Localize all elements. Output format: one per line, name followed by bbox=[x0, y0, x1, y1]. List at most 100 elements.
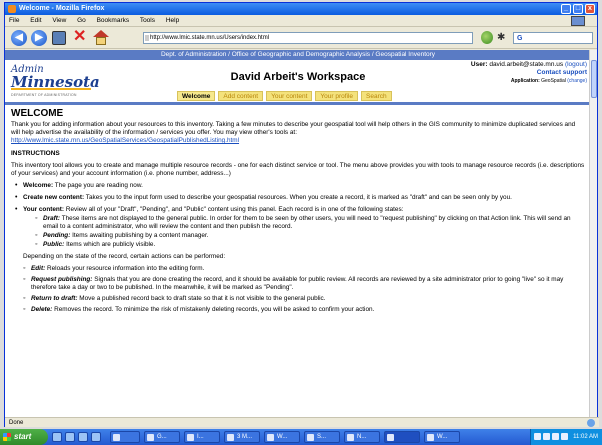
taskbar-button[interactable]: N... bbox=[344, 431, 380, 443]
minimize-button[interactable]: _ bbox=[561, 4, 571, 14]
home-button[interactable] bbox=[93, 30, 109, 46]
list-text: The page you are reading now. bbox=[54, 182, 143, 189]
welcome-heading: WELCOME bbox=[11, 108, 64, 119]
address-text: http://www.lmic.state.mn.us/Users/index.… bbox=[150, 35, 270, 41]
taskbar-button[interactable]: I... bbox=[184, 431, 220, 443]
home-base-icon bbox=[96, 37, 106, 45]
menu-file[interactable]: File bbox=[9, 17, 19, 24]
action-term: Edit: bbox=[31, 265, 46, 272]
menu-bar: File Edit View Go Bookmarks Tools Help bbox=[5, 15, 597, 27]
start-label: start bbox=[14, 432, 32, 441]
state-text: These items are not displayed to the gen… bbox=[43, 215, 571, 230]
start-button[interactable]: start bbox=[0, 429, 48, 445]
stop-button[interactable]: ✕ bbox=[73, 29, 86, 45]
address-bar[interactable]: http://www.lmic.state.mn.us/Users/index.… bbox=[143, 32, 473, 44]
windows-flag-icon bbox=[3, 433, 11, 441]
menu-view[interactable]: View bbox=[52, 17, 66, 24]
tab-welcome[interactable]: Welcome bbox=[177, 91, 216, 101]
list-term: Your content: bbox=[23, 206, 65, 213]
action-item: Delete: Removes the record. To minimize … bbox=[11, 306, 585, 314]
state-text: Items which are publicly visible. bbox=[66, 241, 156, 248]
vertical-scrollbar[interactable] bbox=[589, 50, 597, 417]
state-term: Draft: bbox=[43, 215, 61, 222]
contact-support-link[interactable]: Contact support bbox=[537, 69, 587, 76]
title-bar: Welcome - Mozilla Firefox _ □ x bbox=[5, 3, 597, 15]
navigation-toolbar: ◀ ▶ ✕ http://www.lmic.state.mn.us/Users/… bbox=[5, 27, 597, 49]
dept-bar: Dept. of Administration / Office of Geog… bbox=[5, 50, 591, 60]
action-item: Return to draft: Move a published record… bbox=[11, 295, 585, 303]
status-bar: Done bbox=[5, 417, 599, 427]
quick-launch-icon[interactable] bbox=[91, 432, 101, 442]
menu-descriptions: Welcome: The page you are reading now. C… bbox=[11, 182, 585, 249]
tray-icon[interactable] bbox=[561, 433, 568, 440]
tab-add-content[interactable]: Add content bbox=[218, 91, 264, 101]
quick-launch-icon[interactable] bbox=[52, 432, 62, 442]
application-value: GeoSpatial bbox=[541, 78, 566, 84]
published-listing-link[interactable]: http://www.lmic.state.mn.us/GeoSpatialSe… bbox=[11, 137, 239, 144]
list-item: Welcome: The page you are reading now. bbox=[11, 182, 585, 190]
depending-text: Depending on the state of the record, ce… bbox=[23, 253, 226, 260]
maximize-button[interactable]: □ bbox=[573, 4, 583, 14]
menu-go[interactable]: Go bbox=[77, 17, 86, 24]
tab-bar: Welcome Add content Your content Your pr… bbox=[177, 91, 395, 101]
action-text: Reloads your resource information into t… bbox=[46, 265, 205, 272]
quick-launch-icon[interactable] bbox=[78, 432, 88, 442]
quick-launch-icon[interactable] bbox=[65, 432, 75, 442]
menu-edit[interactable]: Edit bbox=[30, 17, 41, 24]
menu-bookmarks[interactable]: Bookmarks bbox=[97, 17, 130, 24]
state-term: Pending: bbox=[43, 232, 71, 239]
taskbar-button[interactable] bbox=[110, 431, 140, 443]
application-label: Application: bbox=[510, 78, 540, 84]
states-list: Draft: These items are not displayed to … bbox=[23, 215, 585, 249]
go-button[interactable] bbox=[481, 31, 493, 44]
action-term: Request publishing: bbox=[31, 276, 93, 283]
user-info: User: david.arbeit@state.mn.us (logout) … bbox=[471, 61, 587, 85]
home-roof-icon bbox=[93, 30, 109, 37]
list-text: Review all of your "Draft", "Pending", a… bbox=[65, 206, 404, 213]
tray-icon[interactable] bbox=[552, 433, 559, 440]
list-item: Create new content: Takes you to the inp… bbox=[11, 194, 585, 202]
action-term: Delete: bbox=[31, 306, 53, 313]
forward-button[interactable]: ▶ bbox=[31, 30, 47, 46]
logo-swoosh bbox=[11, 88, 91, 90]
forward-arrow-icon: ▶ bbox=[35, 32, 43, 43]
action-text: Move a published record back to draft st… bbox=[79, 295, 326, 302]
taskbar-button[interactable]: G... bbox=[144, 431, 180, 443]
tab-your-profile[interactable]: Your profile bbox=[315, 91, 359, 101]
actions-list: Edit: Reloads your resource information … bbox=[11, 265, 585, 314]
security-zone-icon bbox=[587, 419, 595, 427]
tray-icon[interactable] bbox=[534, 433, 541, 440]
browser-window: Welcome - Mozilla Firefox _ □ x File Edi… bbox=[4, 2, 599, 427]
firefox-icon bbox=[8, 5, 16, 13]
back-button[interactable]: ◀ bbox=[11, 30, 27, 46]
taskbar-button[interactable]: 3 M... bbox=[224, 431, 260, 443]
reload-button[interactable] bbox=[52, 31, 66, 45]
tray-icon[interactable] bbox=[543, 433, 550, 440]
tab-search[interactable]: Search bbox=[361, 91, 392, 101]
list-term: Create new content: bbox=[23, 194, 85, 201]
action-item: Request publishing: Signals that you are… bbox=[11, 276, 585, 292]
quick-launch bbox=[52, 432, 104, 442]
change-application-link[interactable]: (change) bbox=[567, 78, 587, 84]
logout-link[interactable]: (logout) bbox=[565, 61, 587, 68]
tab-your-content[interactable]: Your content bbox=[266, 91, 313, 101]
menu-help[interactable]: Help bbox=[166, 17, 179, 24]
menu-tools[interactable]: Tools bbox=[140, 17, 155, 24]
list-term: Welcome: bbox=[23, 182, 54, 189]
clock[interactable]: 11:02 AM bbox=[573, 429, 598, 445]
taskbar-button[interactable]: W... bbox=[424, 431, 460, 443]
scrollbar-thumb[interactable] bbox=[591, 60, 597, 98]
extension-icon[interactable]: ✱ bbox=[497, 32, 509, 44]
intro-text: Thank you for adding information about y… bbox=[11, 121, 576, 136]
taskbar-button[interactable]: W... bbox=[264, 431, 300, 443]
taskbar-button[interactable]: S... bbox=[304, 431, 340, 443]
action-term: Return to draft: bbox=[31, 295, 78, 302]
throbber-icon bbox=[571, 16, 585, 26]
search-box[interactable]: G bbox=[513, 32, 593, 44]
logo-line3: DEPARTMENT OF ADMINISTRATION bbox=[11, 93, 77, 97]
close-button[interactable]: x bbox=[585, 4, 595, 14]
taskbar-button-active[interactable] bbox=[384, 431, 420, 443]
search-engine-icon: G bbox=[517, 35, 523, 42]
state-item: Pending: Items awaiting publishing by a … bbox=[23, 232, 585, 240]
state-term: Public: bbox=[43, 241, 65, 248]
